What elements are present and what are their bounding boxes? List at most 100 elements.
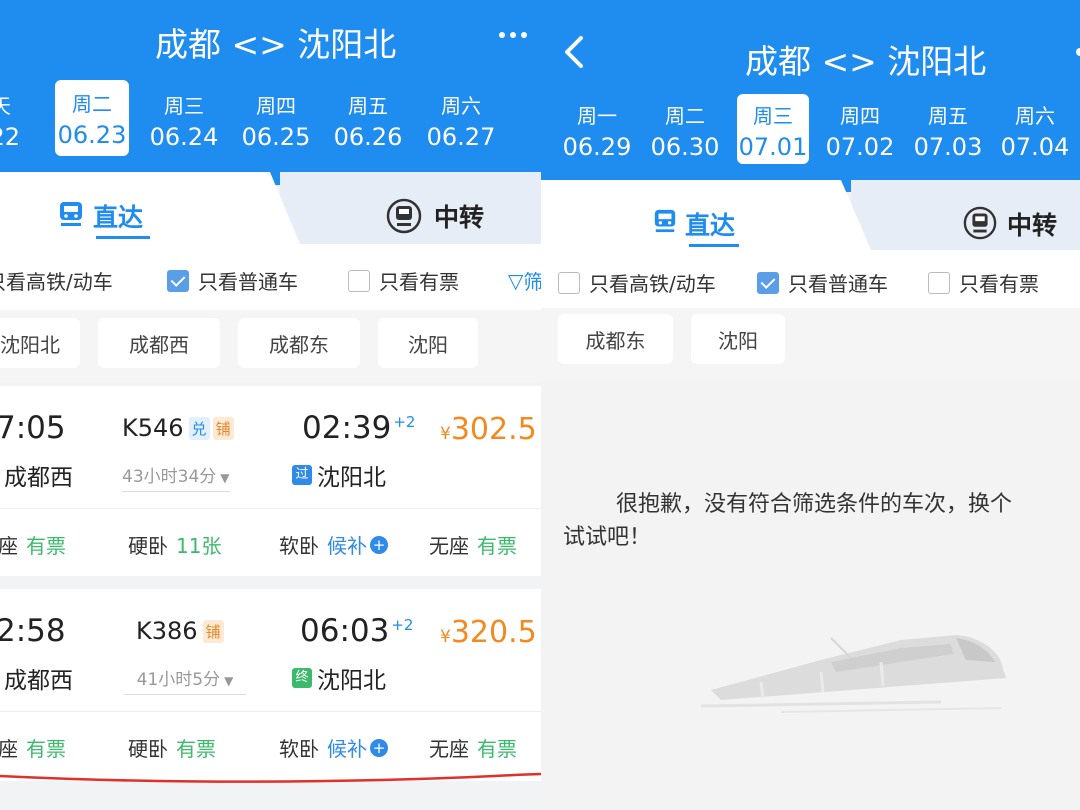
arrive-station: 终 沈阳北 [292,661,386,695]
seat-info: 无座 有票 [429,530,517,559]
high-speed-train-illustration [701,635,1006,713]
filter-hsr[interactable]: 只看高铁/动车 [558,268,716,297]
filter-bar: 只看高铁/动车 只看普通车 只看有票 [541,250,1080,316]
transfer-train-icon [386,198,422,234]
tab-transfer-label: 中转 [1007,211,1058,240]
weekday-label: 周四 [256,94,296,118]
arrive-time: 06:03 +2 [300,613,413,649]
currency-symbol: ¥ [440,627,451,647]
back-arrow-icon[interactable] [557,32,591,72]
filter-normal[interactable]: 只看普通车 [167,266,298,295]
left-screenshot: 成都 <> 沈阳北 天 .22 周二 06.23 周三 06.24 周四 06.… [0,0,541,810]
seat-status: 有票 [477,737,517,761]
weekday-label: 周二 [665,104,705,128]
badge-pu: 铺 [202,619,224,643]
date-tab[interactable]: 周三 06.24 [147,82,221,158]
day-offset: +2 [391,615,414,634]
empty-state-message: 很抱歉，没有符合筛选条件的车次，换个 试试吧！ [563,488,1080,554]
weekday-label: 周二 [72,92,112,116]
date-label: 07.03 [913,133,983,161]
plus-icon[interactable]: + [370,738,388,757]
seat-status: 有票 [477,534,517,558]
station-chip[interactable]: 沈阳北 [0,318,80,368]
depart-station-label: 成都西 [4,465,73,491]
filter-available-label: 只看有票 [959,272,1039,296]
seat-status: 候补 [327,737,367,761]
seat-type: 硬卧 [128,737,168,761]
date-tab[interactable]: 周二 06.30 [649,94,721,164]
date-tab[interactable]: 天 .22 [0,82,38,158]
date-tab[interactable]: 周五 07.03 [912,94,984,164]
date-label: .22 [0,123,21,151]
date-tab[interactable]: 周五 06.26 [331,82,405,158]
date-label: 06.27 [426,123,496,151]
more-icon[interactable] [1076,48,1080,56]
more-icon[interactable] [493,20,533,50]
date-label: 06.24 [149,123,219,151]
filter-more-label: 筛 [523,270,541,294]
seat-type: 硬卧 [128,534,168,558]
seat-status: 有票 [26,737,66,761]
arrive-station-label: 沈阳北 [317,668,386,694]
badge-pu: 铺 [212,416,234,440]
red-underline-annotation [0,772,541,783]
tab-direct[interactable] [0,172,300,244]
seat-info: 座 有票 [0,733,66,762]
badge-dui: 兑 [188,416,210,440]
seat-status: 有票 [26,534,66,558]
filter-normal[interactable]: 只看普通车 [757,268,888,297]
tab-underline [96,236,150,239]
checkbox-checked[interactable] [167,269,189,292]
station-chip[interactable]: 沈阳 [691,314,785,364]
header: 成都 <> 沈阳北 周一 06.29 周二 06.30 周三 07.01 周四 … [541,0,1080,192]
date-tab[interactable]: 周四 07.02 [824,94,896,164]
station-chips: 成都东 沈阳 [541,308,1080,380]
station-chip[interactable]: 沈阳 [378,318,478,368]
seat-type: 无座 [429,534,469,558]
funnel-icon: ▽ [508,268,524,293]
filter-hsr[interactable]: 只看高铁/动车 [0,266,113,295]
depart-station: 成都西 [4,458,73,492]
date-tab[interactable]: 周四 06.25 [239,82,313,158]
tab-direct-label: 直达 [93,203,144,232]
train-number: K386 铺 [136,617,224,645]
route-tabs: 直达 中转 [541,180,1080,250]
train-number-label: K386 [136,617,198,645]
seat-info[interactable]: 软卧 候补 + [279,733,388,762]
caret-down-icon: ▼ [220,471,230,485]
plus-icon[interactable]: + [370,535,388,554]
filter-available[interactable]: 只看有票 [348,266,459,295]
seat-status: 11张 [176,534,222,558]
station-chip[interactable]: 成都东 [558,314,673,364]
checkbox-checked[interactable] [757,271,779,294]
date-tab-selected[interactable]: 周二 06.23 [55,80,129,156]
train-icon [654,209,676,233]
header: 成都 <> 沈阳北 天 .22 周二 06.23 周三 06.24 周四 06.… [0,0,541,185]
station-chip[interactable]: 成都西 [98,318,220,368]
filter-button[interactable]: ▽ 筛 [508,266,541,295]
station-chip[interactable]: 成都东 [238,318,360,368]
price: ¥302.5 [440,412,537,447]
weekday-label: 周四 [840,104,880,128]
depart-time: 7:05 [0,410,66,446]
checkbox[interactable] [928,271,950,294]
tab-transfer-label: 中转 [434,203,485,232]
arrive-time-label: 02:39 [302,410,392,446]
train-card[interactable]: 2:58 成都西 K386 铺 41小时5分 ▼ 06:03 +2 终 沈阳北 ¥3… [0,589,541,781]
date-tab[interactable]: 周六 06.27 [424,82,498,158]
train-card[interactable]: 7:05 成都西 K546 兑 铺 43小时34分 ▼ 02:39 +2 过 沈阳北… [0,386,541,576]
date-tab[interactable]: 周一 06.29 [561,94,633,164]
train-icon [60,202,82,226]
price-value: 302.5 [450,412,537,447]
date-label: 06.26 [333,123,403,151]
seat-info[interactable]: 软卧 候补 + [279,530,388,559]
checkbox[interactable] [558,271,580,294]
date-tab[interactable]: 周六 07.04 [999,94,1071,164]
weekday-label: 周六 [441,94,481,118]
seat-type: 座 [0,534,18,558]
checkbox[interactable] [348,269,370,292]
date-tab-selected[interactable]: 周三 07.01 [737,94,809,164]
depart-station-label: 成都西 [4,668,73,694]
filter-available[interactable]: 只看有票 [928,268,1039,297]
caret-down-icon: ▼ [224,674,234,688]
